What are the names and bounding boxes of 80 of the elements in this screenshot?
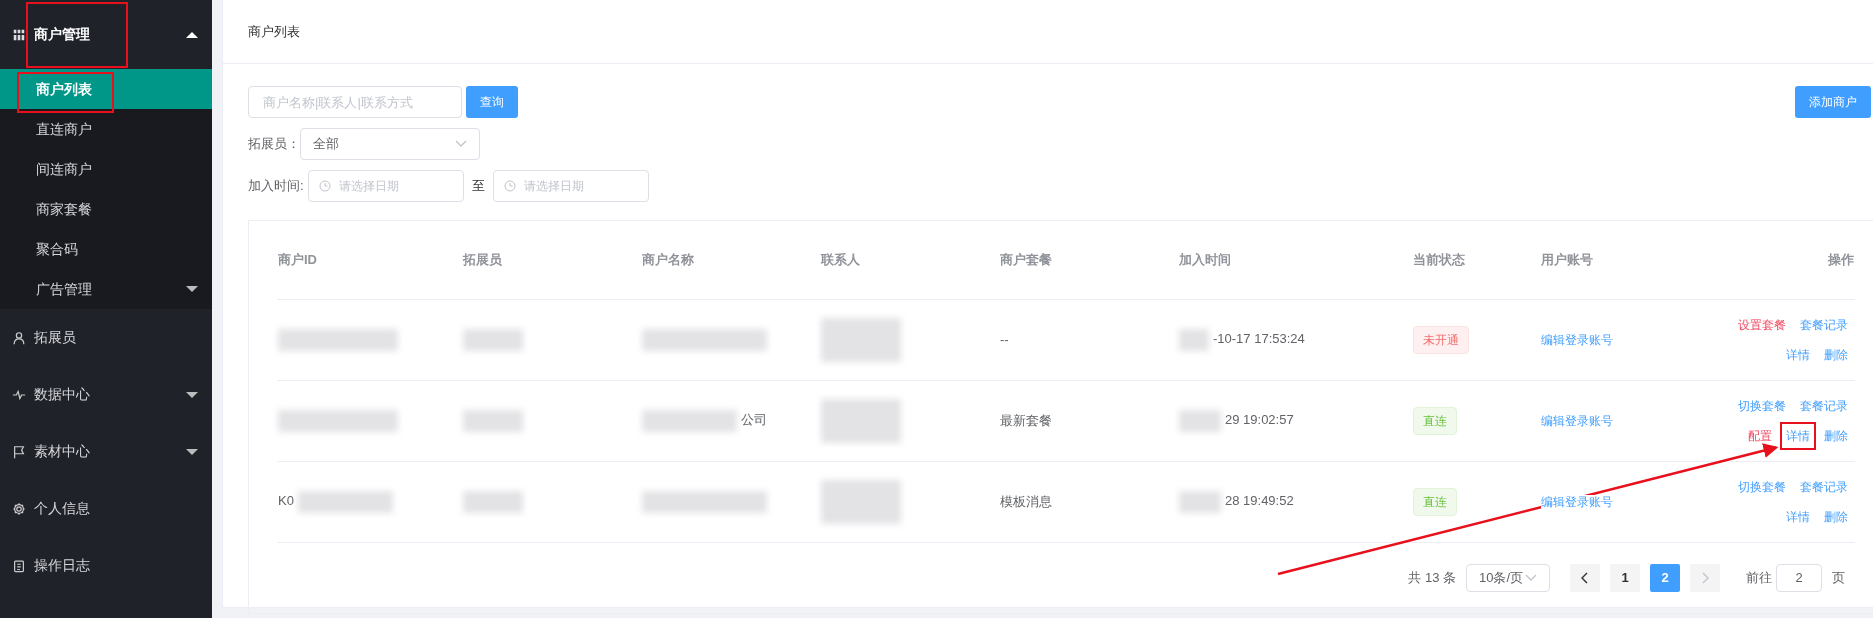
chevron-down-icon	[455, 140, 467, 148]
status-tag: 直连	[1413, 487, 1457, 516]
page-button[interactable]: 1	[1610, 563, 1640, 592]
action-link[interactable]: 切换套餐	[1732, 391, 1792, 420]
table-cell: 28 19:49:52	[1225, 492, 1294, 508]
person-icon	[12, 330, 26, 345]
date-field[interactable]: 请选择日期	[307, 170, 464, 202]
table-cell: 29 19:02:57	[1225, 411, 1294, 427]
page-suffix: 页	[1832, 568, 1845, 587]
sidebar-item[interactable]: 间连商户	[0, 149, 212, 189]
column-header: 商户ID	[278, 252, 317, 267]
sidebar-item[interactable]: 操作日志	[0, 537, 212, 594]
search-button[interactable]: 查询	[466, 86, 518, 118]
expand-icon[interactable]	[186, 391, 198, 398]
expand-icon[interactable]	[186, 448, 198, 455]
action-link[interactable]: 套餐记录	[1794, 310, 1854, 339]
add-merchant-button[interactable]: 添加商户	[1795, 86, 1871, 118]
sidebar-item[interactable]: 聚合码	[0, 229, 212, 269]
column-header: 用户账号	[1541, 252, 1593, 267]
table-cell: K0	[278, 492, 294, 508]
collapse-icon[interactable]	[186, 31, 198, 38]
page-size-select[interactable]: 10条/页	[1466, 563, 1550, 592]
sidebar-item[interactable]: 直连商户	[0, 109, 212, 149]
previous-page-button[interactable]	[1570, 563, 1600, 592]
action-link[interactable]: 删除	[1818, 340, 1854, 369]
total-count: 共 13 条	[1408, 568, 1456, 587]
flag-icon	[12, 444, 26, 459]
action-link[interactable]: 详情	[1780, 340, 1816, 369]
table-cell: --	[1000, 331, 1009, 347]
column-header: 加入时间	[1179, 252, 1231, 267]
table-cell: -10-17 17:53:24	[1213, 330, 1305, 346]
sidebar-item[interactable]: 数据中心	[0, 366, 212, 423]
action-link[interactable]: 删除	[1818, 421, 1854, 450]
expand-icon[interactable]	[186, 286, 198, 292]
column-header: 联系人	[821, 252, 860, 267]
edit-account-link[interactable]: 编辑登录账号	[1541, 494, 1613, 509]
date-field[interactable]: 请选择日期	[492, 170, 649, 202]
settings-icon	[12, 501, 26, 516]
clock-icon	[318, 180, 331, 192]
chevron-left-icon	[1581, 572, 1589, 585]
table-cell: 模板消息	[1000, 493, 1052, 509]
action-link[interactable]: 切换套餐	[1732, 472, 1792, 501]
action-link[interactable]: 套餐记录	[1794, 472, 1854, 501]
goto-label: 前往	[1746, 568, 1772, 587]
sidebar-item[interactable]: 拓展员	[0, 309, 212, 366]
pulse-icon	[12, 387, 26, 402]
grid-icon	[12, 27, 26, 42]
page-title: 商户列表	[248, 22, 300, 41]
column-header: 当前状态	[1413, 252, 1465, 267]
status-tag: 直连	[1413, 406, 1457, 435]
action-link[interactable]: 详情	[1780, 502, 1816, 531]
status-tag: 未开通	[1413, 325, 1469, 354]
clock-icon	[503, 180, 516, 192]
sidebar-item[interactable]: 商家套餐	[0, 189, 212, 229]
page-number-field[interactable]: 2	[1776, 563, 1822, 592]
clipboard-icon	[12, 558, 26, 573]
promoter-select[interactable]: 全部	[300, 128, 480, 160]
filter-label: 拓展员：	[248, 135, 300, 154]
action-link[interactable]: 配置	[1742, 421, 1778, 450]
action-link[interactable]: 详情	[1780, 421, 1816, 450]
action-link[interactable]: 设置套餐	[1732, 310, 1792, 339]
sidebar-item[interactable]: 个人信息	[0, 480, 212, 537]
column-header: 商户套餐	[1000, 252, 1052, 267]
action-link[interactable]: 删除	[1818, 502, 1854, 531]
filter-label: 加入时间:	[248, 177, 304, 196]
search-field[interactable]: 商户名称|联系人|联系方式	[248, 86, 462, 118]
column-header: 拓展员	[463, 252, 502, 267]
separator-text: 至	[471, 177, 485, 196]
column-header: 商户名称	[642, 252, 694, 267]
edit-account-link[interactable]: 编辑登录账号	[1541, 413, 1613, 428]
table-cell: 公司	[741, 411, 767, 427]
chevron-down-icon	[1525, 573, 1537, 582]
page-button[interactable]: 2	[1650, 563, 1680, 592]
column-header: 操作	[1828, 252, 1854, 267]
chevron-right-icon	[1701, 572, 1709, 585]
table-cell: 最新套餐	[1000, 412, 1052, 428]
sidebar-item[interactable]: 素材中心	[0, 423, 212, 480]
sidebar-item[interactable]: 广告管理	[0, 269, 212, 309]
action-link[interactable]: 套餐记录	[1794, 391, 1854, 420]
edit-account-link[interactable]: 编辑登录账号	[1541, 332, 1613, 347]
